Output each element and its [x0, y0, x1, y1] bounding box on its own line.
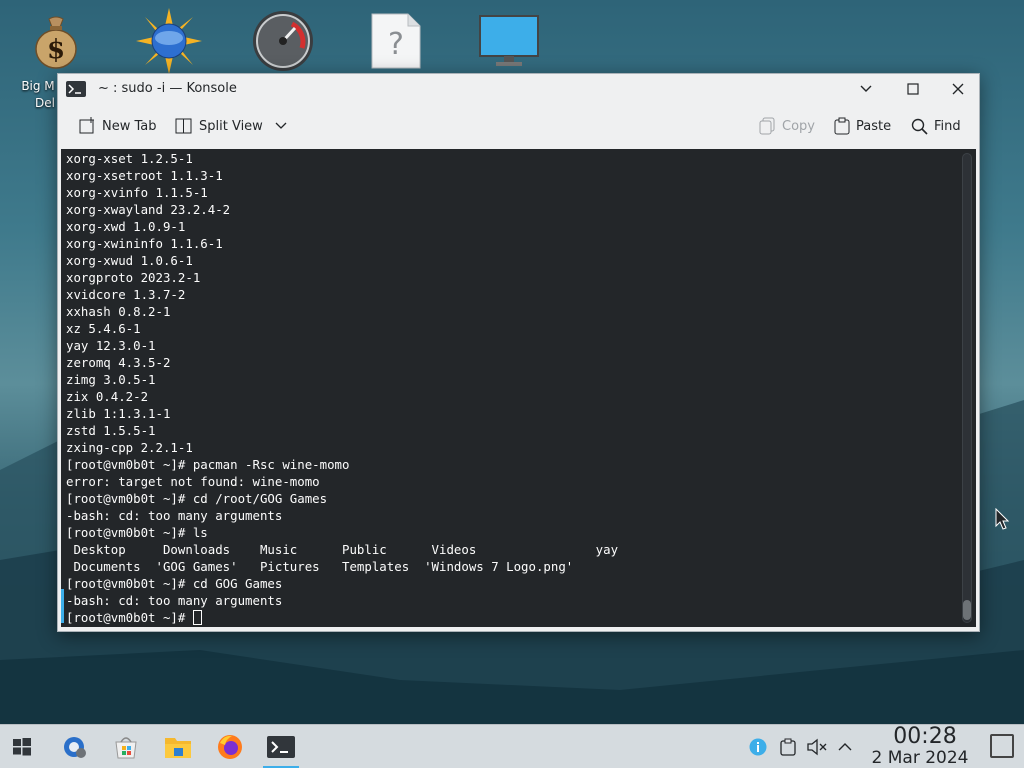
desktop-icon-label: Big M Del — [21, 79, 55, 110]
copy-button[interactable]: Copy — [758, 115, 815, 137]
find-label: Find — [934, 118, 961, 134]
taskbar-konsole[interactable] — [259, 729, 303, 768]
tray-info[interactable] — [748, 737, 768, 757]
terminal-line: zeromq 4.3.5-2 — [66, 355, 171, 370]
terminal-output: xorg-xset 1.2.5-1 xorg-xsetroot 1.1.3-1 xo… — [66, 150, 618, 626]
terminal-cursor — [192, 610, 202, 625]
terminal-line: zimg 3.0.5-1 — [66, 372, 156, 387]
find-button[interactable]: Find — [911, 115, 961, 137]
split-view-button[interactable]: Split View — [175, 115, 287, 137]
new-tab-label: New Tab — [102, 118, 157, 134]
terminal-line: Documents 'GOG Games' Pictures Templates… — [66, 559, 574, 574]
monitor-icon — [479, 15, 539, 66]
window-titlebar[interactable]: ~ : sudo -i — Konsole — [58, 74, 979, 104]
money-bag-icon: $ — [35, 16, 77, 69]
paste-label: Paste — [856, 118, 892, 134]
terminal-line: error: target not found: wine-momo — [66, 474, 320, 489]
terminal-line: -bash: cd: too many arguments — [66, 508, 283, 523]
start-menu-button[interactable] — [0, 729, 44, 765]
svg-text:$: $ — [47, 35, 65, 65]
terminal-line: [root@vm0b0t ~]# ls — [66, 525, 208, 540]
tray-expand[interactable] — [835, 737, 855, 757]
terminal-line: -bash: cd: too many arguments — [66, 593, 283, 608]
desktop-icon-gauge[interactable] — [245, 8, 321, 74]
terminal-line: zxing-cpp 2.2.1-1 — [66, 440, 193, 455]
svg-text:?: ? — [388, 27, 404, 62]
konsole-icon — [267, 736, 295, 758]
window-title: ~ : sudo -i — Konsole — [98, 81, 237, 96]
taskbar-system-settings[interactable] — [52, 729, 96, 765]
split-view-icon — [175, 118, 192, 134]
terminal-prompt-line: [root@vm0b0t ~]# — [66, 609, 618, 626]
help-icon: ? — [371, 13, 421, 69]
terminal-line: zlib 1:1.3.1-1 — [66, 406, 171, 421]
tray-clipboard[interactable] — [778, 737, 798, 757]
terminal-line: xorg-xwud 1.0.6-1 — [66, 253, 193, 268]
mouse-cursor-icon — [995, 508, 1009, 530]
new-tab-button[interactable]: New Tab — [78, 115, 157, 137]
terminal-line: [root@vm0b0t ~]# cd GOG Games — [66, 576, 283, 591]
maximize-button[interactable] — [901, 78, 925, 100]
desktop-icon-money[interactable]: $ — [18, 8, 94, 74]
terminal-line: xorg-xwayland 23.2.4-2 — [66, 202, 231, 217]
clock-time[interactable]: 00:28 — [870, 724, 980, 750]
start-menu-icon — [13, 738, 31, 756]
taskbar-file-manager[interactable] — [156, 729, 200, 765]
terminal-line: xorg-xsetroot 1.1.3-1 — [66, 168, 223, 183]
close-icon — [952, 83, 964, 95]
terminal-line: [root@vm0b0t ~]# cd /root/GOG Games — [66, 491, 328, 506]
terminal-line: xorg-xwininfo 1.1.6-1 — [66, 236, 223, 251]
minimize-button[interactable] — [854, 78, 878, 100]
taskbar-software-store[interactable] — [104, 729, 148, 765]
taskbar-firefox[interactable] — [208, 729, 252, 765]
terminal-line: Desktop Downloads Music Public Videos ya… — [66, 542, 619, 557]
copy-label: Copy — [782, 118, 815, 134]
clipboard-icon — [780, 738, 796, 756]
konsole-toolbar: New Tab Split View Copy Paste Find — [58, 106, 979, 146]
software-store-icon — [115, 737, 137, 759]
scrollbar-thumb[interactable] — [963, 600, 971, 620]
scrollbar[interactable] — [962, 153, 972, 623]
close-button[interactable] — [946, 78, 970, 100]
paste-icon — [834, 117, 850, 135]
desktop-icon-help[interactable]: ? — [358, 8, 434, 74]
info-icon — [749, 738, 767, 756]
volume-muted-icon — [807, 738, 827, 756]
terminal-area[interactable]: xorg-xset 1.2.5-1 xorg-xsetroot 1.1.3-1 xo… — [61, 149, 976, 627]
terminal-line: [root@vm0b0t ~]# pacman -Rsc wine-momo — [66, 457, 350, 472]
split-view-label: Split View — [199, 118, 263, 134]
terminal-line: xvidcore 1.3.7-2 — [66, 287, 186, 302]
search-icon — [911, 118, 928, 135]
terminal-line: zstd 1.5.5-1 — [66, 423, 156, 438]
terminal-line: xz 5.4.6-1 — [66, 321, 141, 336]
show-desktop-button[interactable] — [990, 734, 1014, 758]
terminal-line: xorgproto 2023.2-1 — [66, 270, 201, 285]
konsole-icon — [66, 81, 86, 97]
konsole-window: ~ : sudo -i — Konsole New Tab Split View… — [57, 73, 980, 632]
terminal-line: xorg-xwd 1.0.9-1 — [66, 219, 186, 234]
copy-icon — [759, 117, 775, 135]
terminal-line: xorg-xvinfo 1.1.5-1 — [66, 185, 208, 200]
desktop-icon-globe[interactable] — [131, 8, 207, 74]
chevron-down-icon — [860, 85, 872, 92]
terminal-prompt: [root@vm0b0t ~]# — [66, 610, 193, 625]
globe-sun-icon — [136, 8, 202, 74]
new-tab-icon — [79, 117, 94, 134]
system-settings-icon — [64, 737, 86, 758]
clock-date[interactable]: 2 Mar 2024 — [860, 748, 980, 768]
paste-button[interactable]: Paste — [834, 115, 891, 137]
tray-volume[interactable] — [807, 737, 827, 757]
desktop-icon-monitor[interactable] — [471, 8, 547, 74]
terminal-line: xorg-xset 1.2.5-1 — [66, 151, 193, 166]
chevron-down-icon — [275, 122, 287, 129]
terminal-line: zix 0.4.2-2 — [66, 389, 149, 404]
gauge-icon — [253, 11, 313, 71]
terminal-line: yay 12.3.0-1 — [66, 338, 156, 353]
chevron-up-icon — [838, 743, 852, 751]
firefox-icon — [218, 735, 242, 759]
file-manager-icon — [165, 738, 191, 758]
terminal-line: xxhash 0.8.2-1 — [66, 304, 171, 319]
output-marker — [61, 589, 64, 623]
maximize-icon — [907, 83, 919, 95]
